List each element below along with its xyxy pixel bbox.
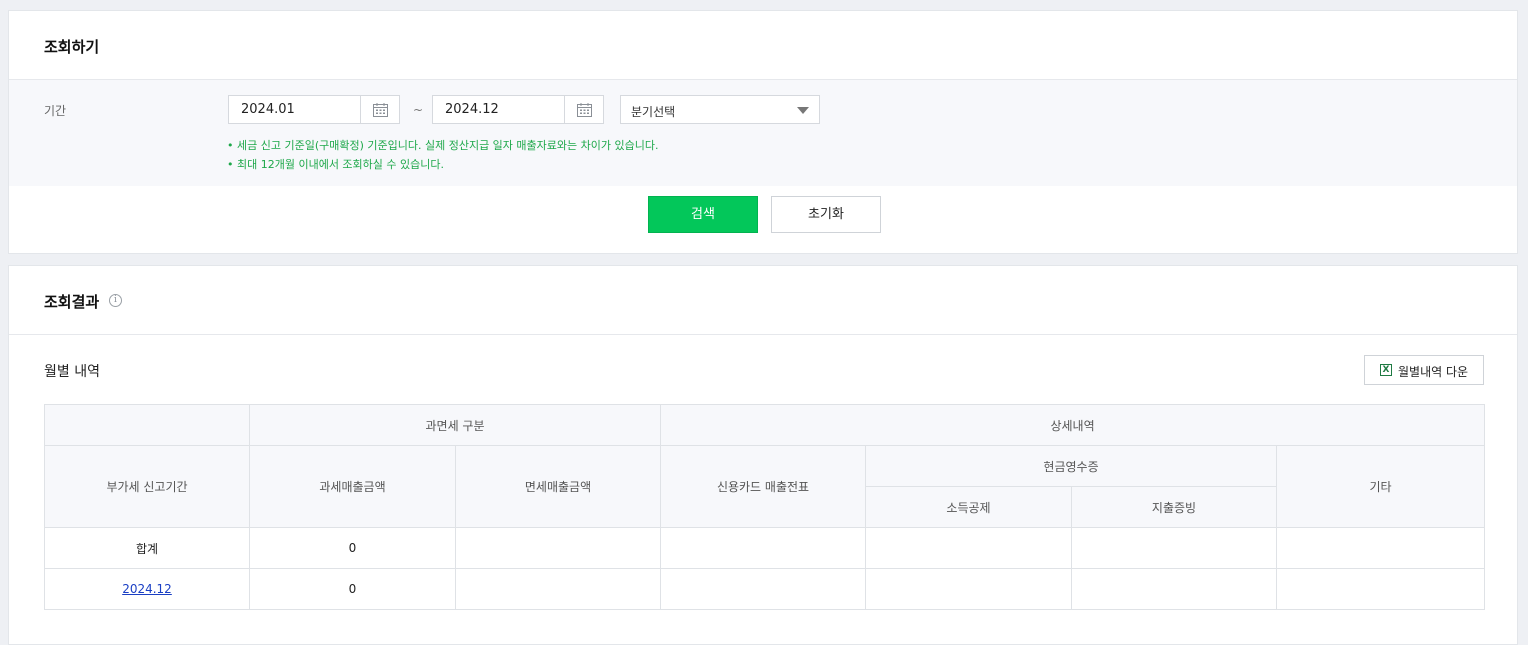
date-range-separator: ~ [413,103,424,117]
table-header-detail: 상세내역 [660,404,1486,446]
cell-empty [1071,568,1278,610]
calendar-icon[interactable] [564,96,603,123]
result-panel: 조회결과 i 월별 내역 X 월별내역 다운 과면세 구분 상세내역 부가세 신… [8,265,1518,645]
cell-taxable: 0 [249,568,456,610]
table-header-taxtype: 과면세 구분 [248,404,662,446]
period-link[interactable]: 2024.12 [122,582,172,596]
result-panel-title: 조회결과 [44,293,100,311]
cell-empty [454,527,662,569]
divider [9,334,1517,335]
quarter-select[interactable]: 분기선택 [620,95,820,124]
table-header-cell [44,404,250,446]
filter-area: 기간 2024.01 ~ 2024.12 분기선택 • 세금 신고 기준일(구매… [9,80,1517,186]
excel-icon: X [1380,364,1392,376]
cell-empty [865,527,1073,569]
cell-taxable: 0 [249,527,456,569]
end-date-input[interactable]: 2024.12 [432,95,604,124]
monthly-history-title: 월별 내역 [44,364,100,380]
cell-empty [660,568,867,610]
search-panel: 조회하기 기간 2024.01 ~ 2024.12 분기선택 • 세금 신고 기… [8,10,1518,254]
notice-max-period: • 최대 12개월 이내에서 조회하실 수 있습니다. [227,158,445,171]
cell-empty [454,568,662,610]
calendar-icon[interactable] [360,96,399,123]
table-header-period: 부가세 신고기간 [44,445,250,528]
monthly-table: 과면세 구분 상세내역 부가세 신고기간 과세매출금액 면세매출금액 신용카드 … [44,404,1486,610]
monthly-download-button[interactable]: X 월별내역 다운 [1364,355,1484,385]
search-button[interactable]: 검색 [648,196,758,233]
reset-button[interactable]: 초기화 [771,196,881,233]
start-date-input[interactable]: 2024.01 [228,95,400,124]
cell-empty [1276,527,1486,569]
info-icon[interactable]: i [109,294,122,307]
end-date-value: 2024.12 [445,102,499,117]
cell-empty [1276,568,1486,610]
table-header-exempt: 면세매출금액 [454,445,662,528]
table-row: 합계 0 [44,527,1486,569]
search-panel-title: 조회하기 [44,38,100,56]
cell-empty [1071,527,1278,569]
cell-empty [865,568,1073,610]
cell-empty [660,527,867,569]
cell-period: 합계 [44,527,250,569]
chevron-down-icon [797,107,809,114]
table-header-taxable: 과세매출금액 [249,445,456,528]
quarter-select-value: 분기선택 [631,105,676,119]
table-header-cash: 현금영수증 [865,445,1278,487]
start-date-value: 2024.01 [241,102,295,117]
table-header-card: 신용카드 매출전표 [660,445,867,528]
table-header-other: 기타 [1276,445,1486,528]
cell-period: 2024.12 [44,568,250,610]
table-header-proof: 지출증빙 [1071,486,1278,528]
period-label: 기간 [44,104,67,118]
monthly-download-label: 월별내역 다운 [1398,365,1469,379]
table-row: 2024.12 0 [44,568,1486,610]
table-header-deduct: 소득공제 [865,486,1073,528]
notice-tax-basis: • 세금 신고 기준일(구매확정) 기준입니다. 실제 정산지급 일자 매출자료… [227,139,659,152]
